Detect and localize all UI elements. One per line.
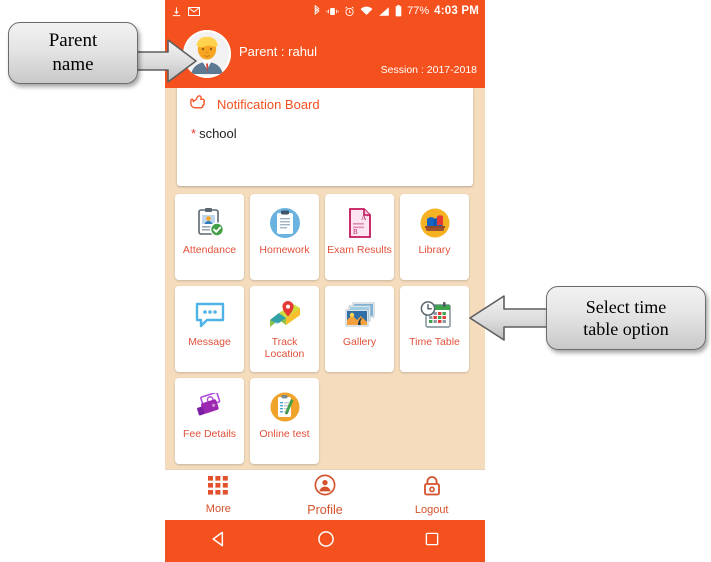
message-bubble-icon bbox=[194, 298, 226, 332]
signal-icon bbox=[378, 6, 390, 17]
time-table-callout-line2: table option bbox=[583, 319, 669, 339]
tile-online-test[interactable]: Online test bbox=[250, 378, 319, 464]
tile-label: Library bbox=[418, 244, 451, 256]
clock-label: 4:03 PM bbox=[434, 5, 479, 17]
tile-label: Fee Details bbox=[182, 428, 237, 440]
homework-clipboard-icon bbox=[269, 206, 301, 240]
nav-item-more[interactable]: More bbox=[165, 475, 272, 515]
status-bar-left-icons bbox=[171, 6, 200, 17]
notification-board-section: Notification Board * school bbox=[165, 86, 485, 186]
feature-grid: Attendance Homework A + B Exam Results L… bbox=[165, 186, 485, 464]
nav-item-label: Logout bbox=[414, 503, 449, 516]
parent-name-label: Parent : rahul bbox=[239, 44, 318, 59]
svg-text:+: + bbox=[366, 215, 369, 220]
time-table-callout: Select time table option bbox=[546, 286, 706, 350]
tile-label: Gallery bbox=[342, 336, 377, 348]
status-bar: 77% 4:03 PM bbox=[165, 0, 485, 22]
calendar-clock-icon bbox=[418, 298, 452, 332]
download-icon bbox=[171, 6, 182, 17]
map-pin-icon bbox=[268, 298, 302, 332]
svg-text:B: B bbox=[353, 228, 358, 236]
money-wallet-icon bbox=[194, 390, 226, 424]
attendance-clipboard-check-icon bbox=[195, 206, 225, 240]
battery-percent-label: 77% bbox=[407, 5, 430, 17]
parent-name-callout: Parent name bbox=[8, 22, 138, 84]
tile-exam-results[interactable]: A + B Exam Results bbox=[325, 194, 394, 280]
online-test-clipboard-icon bbox=[269, 390, 301, 424]
recents-button[interactable] bbox=[423, 530, 441, 553]
back-button[interactable] bbox=[209, 529, 229, 554]
bottom-navigation: More Profile Logout bbox=[165, 469, 485, 520]
tile-label: Time Table bbox=[409, 336, 460, 348]
tile-label: Online test bbox=[259, 428, 310, 440]
android-navigation-bar bbox=[165, 520, 485, 562]
time-table-callout-arrow bbox=[469, 295, 551, 341]
nav-item-label: Profile bbox=[307, 502, 343, 517]
parent-name-callout-arrow bbox=[131, 39, 197, 83]
tile-attendance[interactable]: Attendance bbox=[175, 194, 244, 280]
tile-label: Homework bbox=[259, 244, 310, 256]
tile-label: Attendance bbox=[182, 244, 237, 256]
vibrate-icon bbox=[326, 6, 339, 17]
parent-name-callout-line2: name bbox=[52, 54, 94, 75]
tile-gallery[interactable]: Gallery bbox=[325, 286, 394, 372]
battery-icon bbox=[395, 5, 402, 17]
tile-library[interactable]: Library bbox=[400, 194, 469, 280]
tile-fee-details[interactable]: Fee Details bbox=[175, 378, 244, 464]
notification-board-body: * school bbox=[177, 120, 473, 186]
nav-item-profile[interactable]: Profile bbox=[272, 474, 379, 517]
photos-gallery-icon bbox=[344, 298, 376, 332]
tile-time-table[interactable]: Time Table bbox=[400, 286, 469, 372]
tile-label: Message bbox=[188, 336, 231, 348]
app-header: Parent : rahul Session : 2017-2018 bbox=[165, 22, 485, 88]
session-label: Session : 2017-2018 bbox=[380, 64, 477, 76]
user-circle-icon bbox=[314, 474, 336, 501]
notification-item: * school bbox=[191, 126, 463, 141]
time-table-callout-line1: Select time bbox=[585, 296, 667, 317]
nav-item-label: More bbox=[205, 502, 231, 515]
status-bar-right-icons: 77% 4:03 PM bbox=[313, 5, 479, 17]
notification-item-text: school bbox=[199, 126, 237, 141]
notification-board-header: Notification Board bbox=[177, 86, 473, 120]
nav-item-logout[interactable]: Logout bbox=[378, 475, 485, 516]
home-button[interactable] bbox=[316, 529, 336, 554]
pointing-hand-icon bbox=[187, 93, 207, 116]
notification-board-card: Notification Board * school bbox=[177, 86, 473, 186]
library-books-icon bbox=[419, 206, 451, 240]
tile-label: Exam Results bbox=[327, 244, 392, 256]
wifi-icon bbox=[360, 6, 373, 17]
tile-message[interactable]: Message bbox=[175, 286, 244, 372]
phone-screen: 77% 4:03 PM Parent : rahul Session : 201… bbox=[165, 0, 485, 562]
gmail-icon bbox=[188, 6, 200, 17]
bullet-star: * bbox=[191, 126, 197, 141]
parent-name-callout-line1: Parent bbox=[48, 30, 98, 52]
grid-apps-icon bbox=[208, 475, 229, 501]
tile-homework[interactable]: Homework bbox=[250, 194, 319, 280]
lock-icon bbox=[422, 475, 442, 502]
exam-results-grade-sheet-icon: A + B bbox=[346, 206, 374, 240]
alarm-icon bbox=[344, 6, 355, 17]
tile-track-location[interactable]: Track Location bbox=[250, 286, 319, 372]
tile-label: Track Location bbox=[264, 336, 305, 360]
notification-board-title: Notification Board bbox=[217, 97, 320, 112]
bluetooth-icon bbox=[313, 5, 321, 17]
